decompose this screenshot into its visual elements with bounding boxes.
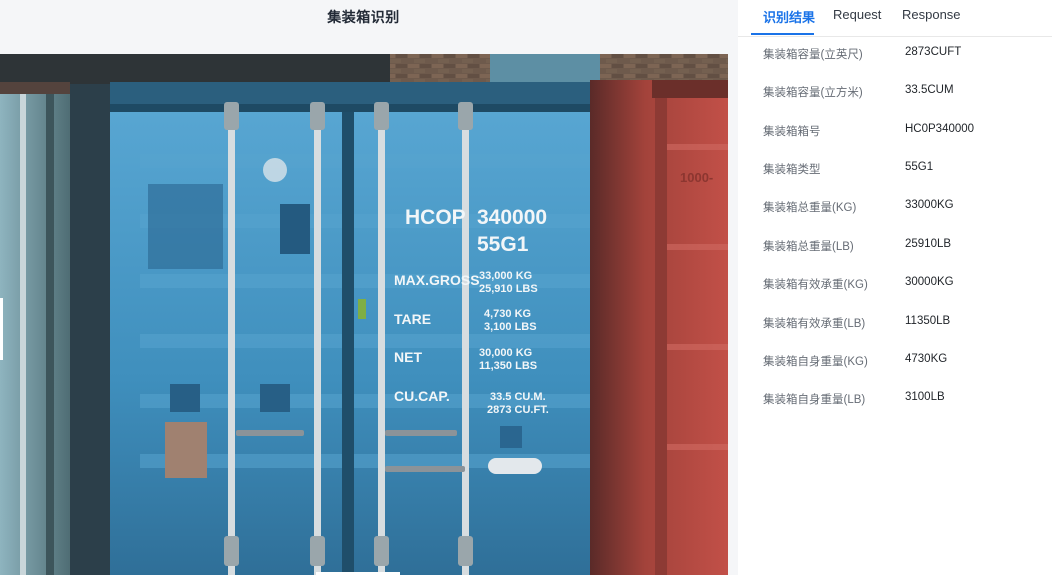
tab-request[interactable]: Request	[833, 7, 881, 22]
result-row: 集装箱类型 55G1	[738, 161, 1052, 183]
spec-value-2: 3,100 LBS	[484, 321, 537, 333]
result-row: 集装箱箱号 HC0P340000	[738, 123, 1052, 145]
app: 集装箱识别 HCOP 340000 55G1 MAX.GROSS 33,000 …	[0, 0, 1052, 575]
spec-label: NET	[394, 349, 422, 365]
spec-value-2: 2873 CU.FT.	[487, 404, 549, 416]
result-value: 55G1	[905, 161, 934, 173]
result-row: 集装箱自身重量(LB) 3100LB	[738, 391, 1052, 413]
result-value: 11350LB	[905, 315, 951, 327]
spec-value-1: 33,000 KG	[479, 270, 532, 282]
page-title: 集装箱识别	[327, 9, 400, 25]
preview-header: 集装箱识别	[0, 0, 738, 37]
result-key: 集装箱总重量(KG)	[763, 202, 857, 214]
result-value: 3100LB	[905, 391, 945, 403]
tab-response[interactable]: Response	[902, 7, 961, 22]
result-row: 集装箱容量(立英尺) 2873CUFT	[738, 46, 1052, 68]
red-container-text: 1000-	[680, 170, 713, 185]
result-value: 25910LB	[905, 238, 952, 250]
result-row: 集装箱自身重量(KG) 4730KG	[738, 353, 1052, 375]
spec-label: CU.CAP.	[394, 388, 450, 404]
container-id-text: HCOP	[405, 206, 466, 229]
result-value: 33.5CUM	[905, 84, 954, 96]
container-photo: HCOP 340000 55G1 MAX.GROSS 33,000 KG 25,…	[0, 54, 728, 575]
active-tab-indicator	[751, 33, 814, 35]
container-type-text: 55G1	[477, 233, 529, 256]
result-key: 集装箱类型	[763, 164, 821, 176]
result-key: 集装箱有效承重(KG)	[763, 279, 868, 291]
result-key: 集装箱有效承重(LB)	[763, 318, 866, 330]
spec-label: TARE	[394, 311, 431, 327]
result-key: 集装箱自身重量(KG)	[763, 356, 868, 368]
spec-value-1: 33.5 CU.M.	[490, 391, 546, 403]
result-key: 集装箱容量(立方米)	[763, 87, 863, 99]
result-panel: 识别结果 Request Response 集装箱容量(立英尺) 2873CUF…	[738, 0, 1052, 575]
spec-label: MAX.GROSS	[394, 272, 480, 288]
result-value: 33000KG	[905, 199, 954, 211]
spec-value-1: 4,730 KG	[484, 308, 531, 320]
container-number-text: 340000	[477, 206, 547, 229]
result-key: 集装箱自身重量(LB)	[763, 394, 866, 406]
container-photo-svg: HCOP 340000 55G1 MAX.GROSS 33,000 KG 25,…	[0, 54, 728, 575]
spec-value-1: 30,000 KG	[479, 347, 532, 359]
preview-panel: 集装箱识别 HCOP 340000 55G1 MAX.GROSS 33,000 …	[0, 0, 738, 575]
result-row: 集装箱总重量(KG) 33000KG	[738, 199, 1052, 221]
result-value: 30000KG	[905, 276, 954, 288]
result-value: 2873CUFT	[905, 46, 962, 58]
result-key: 集装箱箱号	[763, 126, 821, 138]
spec-value-2: 25,910 LBS	[479, 283, 538, 295]
spec-value-2: 11,350 LBS	[479, 360, 537, 372]
result-value: HC0P340000	[905, 123, 975, 135]
result-key: 集装箱容量(立英尺)	[763, 49, 863, 61]
result-row: 集装箱有效承重(KG) 30000KG	[738, 276, 1052, 298]
tab-recognition-result[interactable]: 识别结果	[763, 7, 815, 26]
result-row: 集装箱容量(立方米) 33.5CUM	[738, 84, 1052, 106]
result-row: 集装箱有效承重(LB) 11350LB	[738, 315, 1052, 337]
result-row: 集装箱总重量(LB) 25910LB	[738, 238, 1052, 260]
result-tabs: 识别结果 Request Response	[738, 0, 1052, 37]
left-scroll-handle[interactable]	[0, 298, 3, 360]
result-value: 4730KG	[905, 353, 948, 365]
result-key: 集装箱总重量(LB)	[763, 241, 854, 253]
